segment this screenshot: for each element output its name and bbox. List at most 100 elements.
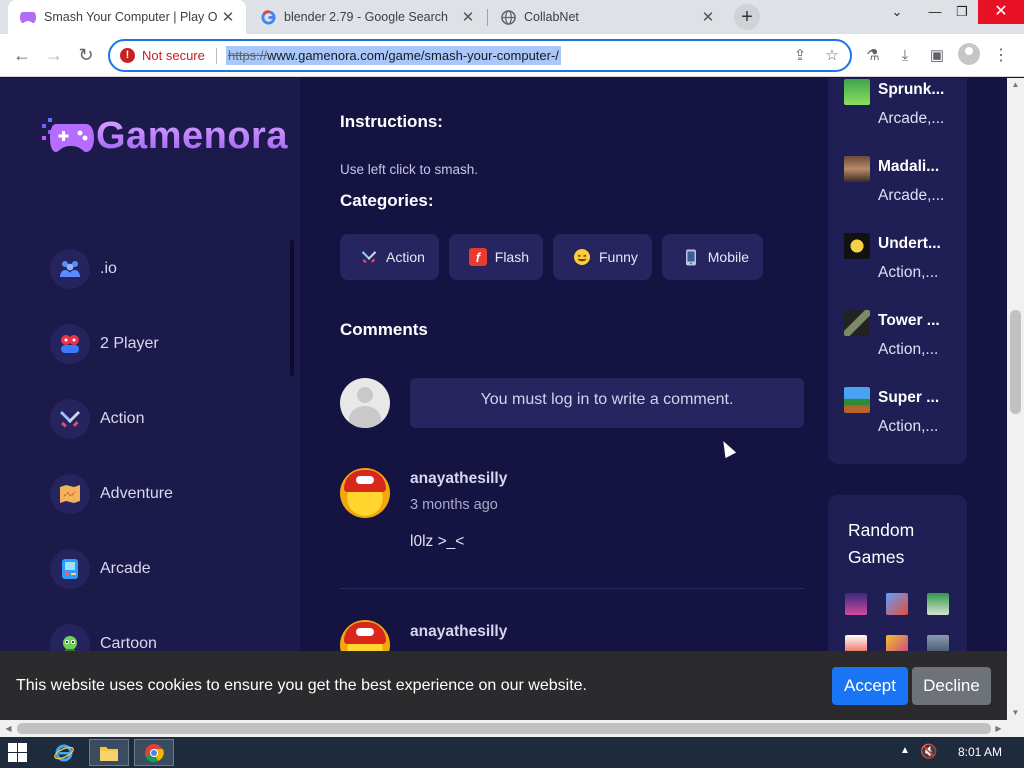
- forward-arrow-icon[interactable]: →: [42, 43, 66, 67]
- show-hidden-icons-icon[interactable]: ▲: [900, 745, 910, 756]
- tab-title: CollabNet: [524, 10, 579, 24]
- comment-divider: [340, 588, 804, 589]
- sidebar-item-adventure[interactable]: Adventure: [50, 474, 173, 514]
- sidebar-item-2-player[interactable]: 2 Player: [50, 324, 159, 364]
- sidebar-item-io[interactable]: .io: [50, 249, 117, 289]
- chrome-taskbar-icon[interactable]: [134, 739, 174, 766]
- horizontal-scroll-thumb[interactable]: [17, 723, 991, 734]
- share-icon[interactable]: ⇪: [790, 46, 810, 66]
- related-game-item[interactable]: Super ... Action,...: [844, 387, 964, 447]
- page-viewport: Gamenora .io 2 Player Action Adventure A…: [0, 78, 1007, 720]
- sidebar-item-label: .io: [100, 260, 117, 277]
- site-sidebar: Gamenora .io 2 Player Action Adventure A…: [0, 78, 300, 720]
- not-secure-warning-icon[interactable]: !: [120, 48, 135, 63]
- random-game-thumbnail[interactable]: [845, 593, 867, 615]
- vertical-scroll-thumb[interactable]: [1010, 310, 1021, 414]
- tab-smash-your-computer[interactable]: Smash Your Computer | Play On ✕: [8, 0, 246, 34]
- tab-blender-search[interactable]: blender 2.79 - Google Search ✕: [248, 0, 486, 34]
- related-game-item[interactable]: Sprunk... Arcade,...: [844, 79, 964, 139]
- accept-cookies-button[interactable]: Accept: [832, 667, 908, 705]
- category-chip-label: Action: [386, 249, 425, 265]
- bookmark-star-icon[interactable]: ☆: [822, 46, 842, 66]
- window-close-button[interactable]: ✕: [978, 0, 1024, 24]
- random-games-heading: Random Games: [848, 520, 915, 567]
- arcade-icon: [50, 549, 90, 589]
- category-chip-label: Mobile: [707, 249, 749, 265]
- login-to-comment-prompt[interactable]: You must log in to write a comment.: [410, 378, 804, 428]
- category-chip-label: Funny: [599, 249, 638, 265]
- new-tab-button[interactable]: +: [734, 4, 760, 30]
- game-thumbnail: [844, 310, 870, 336]
- back-arrow-icon[interactable]: ←: [10, 43, 34, 67]
- right-sidebar: Sprunk... Arcade,... Madali... Arcade,..…: [828, 78, 968, 720]
- windows-start-icon[interactable]: [8, 743, 28, 763]
- sidebar-item-label: 2 Player: [100, 335, 159, 352]
- sidebar-item-action[interactable]: Action: [50, 399, 144, 439]
- scroll-down-arrow-icon[interactable]: ▼: [1007, 706, 1024, 720]
- extensions-flask-icon[interactable]: ⚗: [862, 45, 884, 67]
- tab-search-chevron-down-icon[interactable]: ⌄: [880, 0, 914, 24]
- swords-icon: [50, 399, 90, 439]
- game-title: Tower ...: [878, 312, 940, 329]
- url-scheme: https://: [228, 48, 268, 63]
- comment-username[interactable]: anayathesilly: [410, 470, 507, 488]
- related-game-item[interactable]: Tower ... Action,...: [844, 310, 964, 370]
- tab-collabnet[interactable]: CollabNet ✕: [488, 0, 726, 34]
- category-chip-mobile[interactable]: Mobile: [662, 234, 763, 280]
- instructions-text: Use left click to smash.: [340, 162, 479, 177]
- comment-timestamp: 3 months ago: [410, 497, 498, 513]
- reload-icon[interactable]: ↻: [74, 43, 98, 67]
- site-logo[interactable]: Gamenora: [40, 114, 288, 158]
- random-game-thumbnail[interactable]: [886, 593, 908, 615]
- vertical-scrollbar[interactable]: ▲ ▼: [1007, 78, 1024, 720]
- game-thumbnail: [844, 387, 870, 413]
- related-games-panel: Sprunk... Arcade,... Madali... Arcade,..…: [828, 78, 967, 464]
- sidebar-scrollbar[interactable]: [290, 240, 294, 376]
- url-text[interactable]: https://www.gamenora.com/game/smash-your…: [226, 46, 561, 65]
- internet-explorer-icon[interactable]: [44, 739, 84, 766]
- globe-favicon-icon: [500, 9, 516, 25]
- game-categories: Action,...: [878, 341, 939, 358]
- tab-close-icon[interactable]: ✕: [218, 8, 238, 26]
- omnibox-divider: [216, 48, 217, 64]
- side-panel-icon[interactable]: ▣: [926, 45, 948, 67]
- game-title: Undert...: [878, 235, 941, 252]
- scroll-left-arrow-icon[interactable]: ◀: [0, 720, 17, 737]
- file-explorer-icon[interactable]: [89, 739, 129, 766]
- tab-close-icon[interactable]: ✕: [458, 8, 478, 26]
- taskbar-clock[interactable]: 8:01 AM: [958, 745, 1002, 759]
- scroll-right-arrow-icon[interactable]: ▶: [990, 720, 1007, 737]
- comments-heading: Comments: [340, 320, 428, 339]
- random-game-thumbnail[interactable]: [927, 593, 949, 615]
- game-thumbnail: [844, 156, 870, 182]
- gamepad-icon: [50, 324, 90, 364]
- category-chip-action[interactable]: Action: [340, 234, 439, 280]
- game-categories: Arcade,...: [878, 187, 945, 204]
- comment-username[interactable]: anayathesilly: [410, 623, 507, 641]
- category-chip-label: Flash: [494, 249, 529, 265]
- people-icon: [50, 249, 90, 289]
- category-chip-funny[interactable]: Funny: [553, 234, 652, 280]
- mobile-icon: [682, 248, 700, 266]
- horizontal-scrollbar[interactable]: ◀ ▶: [0, 720, 1024, 737]
- game-categories: Action,...: [878, 264, 939, 281]
- download-icon[interactable]: ⤓: [894, 45, 916, 67]
- profile-avatar-icon[interactable]: [958, 43, 980, 65]
- sidebar-item-arcade[interactable]: Arcade: [50, 549, 151, 589]
- related-game-item[interactable]: Madali... Arcade,...: [844, 156, 964, 216]
- gamepad-logo-icon: [40, 114, 96, 158]
- restore-button[interactable]: ❐: [945, 0, 979, 24]
- more-menu-icon[interactable]: ⋮: [990, 45, 1012, 67]
- security-label[interactable]: Not secure: [142, 48, 205, 63]
- related-game-item[interactable]: Undert... Action,...: [844, 233, 964, 293]
- address-bar[interactable]: ! Not secure https://www.gamenora.com/ga…: [108, 39, 852, 72]
- scroll-up-arrow-icon[interactable]: ▲: [1007, 78, 1024, 92]
- volume-muted-icon[interactable]: 🔇: [920, 743, 937, 760]
- decline-cookies-button[interactable]: Decline: [912, 667, 991, 705]
- category-chip-flash[interactable]: f Flash: [449, 234, 543, 280]
- tab-close-icon[interactable]: ✕: [698, 8, 718, 26]
- game-categories: Arcade,...: [878, 110, 945, 127]
- url-path: www.gamenora.com/game/smash-your-compute…: [267, 48, 559, 63]
- windows-taskbar: ▲ 🔇 8:01 AM: [0, 737, 1024, 768]
- google-favicon-icon: [260, 9, 276, 25]
